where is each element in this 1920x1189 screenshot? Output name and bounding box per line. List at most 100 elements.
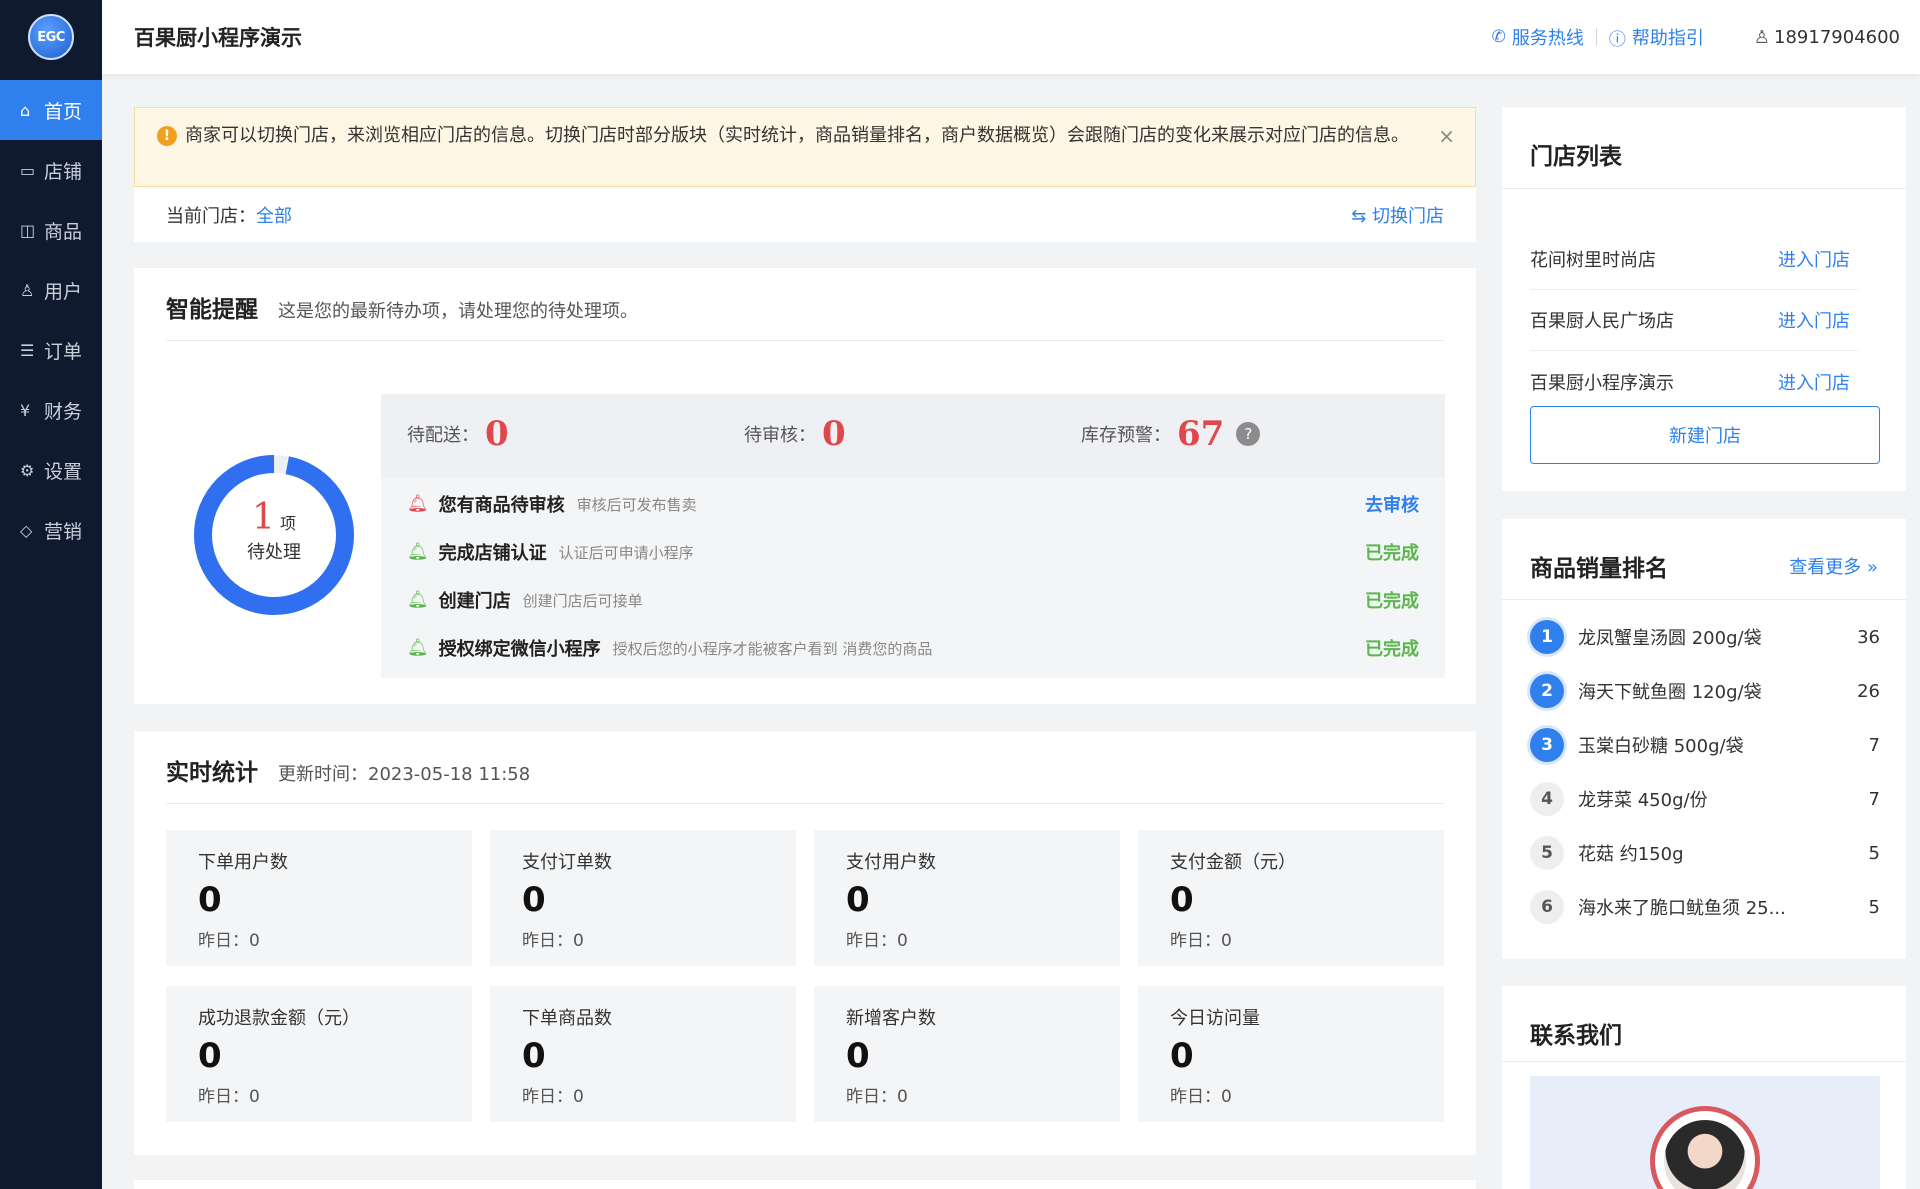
enter-store-link[interactable]: 进入门店 [1778,246,1850,272]
user-menu[interactable]: ♙ 18917904600 [1754,27,1900,48]
rank-goods-name: 海水来了脆口鱿鱼须 25... [1578,898,1786,919]
todo-desc: 审核后可发布售卖 [576,495,697,514]
rank-item[interactable]: 2 海天下鱿鱼圈 120g/袋 26 [1530,671,1880,711]
tag-icon: ◇ [20,520,33,540]
switch-store-button[interactable]: ⇆ 切换门店 [1351,202,1444,228]
rank-item[interactable]: 3 玉棠白砂糖 500g/袋 7 [1530,725,1880,765]
sidebar-item-finance[interactable]: ¥ 财务 [0,380,102,440]
header-actions: ✆ 服务热线 ⓘ 帮助指引 ♙ 18917904600 [1492,24,1900,50]
help-link[interactable]: ⓘ 帮助指引 [1609,24,1704,50]
rank-badge: 3 [1530,728,1564,762]
current-store-label: 当前门店： [166,205,256,227]
help-icon[interactable]: ? [1236,422,1261,446]
sidebar-item-marketing[interactable]: ◇ 营销 [0,500,102,560]
view-more-link[interactable]: 查看更多 » [1789,553,1878,579]
stat-card-paid-orders: 支付订单数 0 昨日：0 [490,830,796,966]
next-card-edge [134,1180,1476,1189]
stat-stock-warning[interactable]: 库存预警： 67 ? [1081,414,1261,454]
sidebar-item-orders[interactable]: ☰ 订单 [0,320,102,380]
stat-label: 今日访问量 [1170,1008,1260,1029]
go-review-button[interactable]: 去审核 [1365,491,1419,517]
top-header: 百果厨小程序演示 ✆ 服务热线 ⓘ 帮助指引 ♙ 18917904600 [102,0,1920,74]
todo-item: 🔔︎ 授权绑定微信小程序 授权后您的小程序才能被客户看到 消费您的商品 已完成 [381,624,1445,672]
stat-to-deliver[interactable]: 待配送： 0 [407,414,509,454]
sidebar-item-users[interactable]: ♙ 用户 [0,260,102,320]
sidebar-item-label: 用户 [44,280,83,303]
help-label: 帮助指引 [1631,28,1704,49]
sidebar-item-shop[interactable]: ▭ 店铺 [0,140,102,200]
todo-item: 🔔︎ 完成店铺认证 认证后可申请小程序 已完成 [381,528,1445,576]
rank-count: 7 [1868,788,1880,810]
divider [166,803,1444,804]
stat-yesterday: 昨日：0 [846,931,908,951]
bell-icon: 🔔︎ [407,542,429,562]
new-store-button[interactable]: 新建门店 [1530,406,1880,464]
divider [166,340,1444,341]
current-store-value[interactable]: 全部 [256,202,292,228]
rank-goods-name: 海天下鱿鱼圈 120g/袋 [1578,682,1762,703]
todo-status: 已完成 [1365,591,1419,612]
store-row: 百果厨人民广场店 进入门店 [1530,290,1858,351]
pending-donut: 1 项 待处理 [192,453,356,617]
logo[interactable]: EGC [28,14,74,60]
divider [1502,599,1906,600]
rank-item[interactable]: 6 海水来了脆口鱿鱼须 25... 5 [1530,887,1880,927]
stat-label: 支付用户数 [846,852,936,873]
bell-icon: 🔔︎ [407,638,429,658]
stat-card-today-visits: 今日访问量 0 昨日：0 [1138,986,1444,1122]
pending-unit: 项 [279,514,296,533]
rank-count: 26 [1857,680,1880,702]
home-icon: ⌂ [20,100,31,120]
stat-value: 0 [522,880,546,920]
stat-value: 0 [198,1036,222,1076]
divider [1502,188,1906,189]
todo-name: 您有商品待审核 [438,495,565,516]
stat-label: 成功退款金额（元） [198,1008,360,1029]
stat-card-paid-users: 支付用户数 0 昨日：0 [814,830,1120,966]
pending-label: 待处理 [247,542,301,563]
todo-name: 完成店铺认证 [438,543,547,564]
stat-label: 下单商品数 [522,1008,612,1029]
page-title: 百果厨小程序演示 [134,26,302,50]
sales-rank-card: 商品销量排名 查看更多 » 1 龙凤蟹皇汤圆 200g/袋 36 2 海天下鱿鱼… [1502,519,1906,959]
divider [1502,1061,1906,1062]
close-icon[interactable]: × [1438,122,1455,150]
user-icon: ♙ [1753,26,1771,48]
todo-status: 已完成 [1365,639,1419,660]
updated-time: 2023-05-18 11:58 [368,764,531,785]
bell-icon: 🔔︎ [407,494,429,514]
bell-icon: 🔔︎ [407,590,429,610]
customer-service-avatar [1650,1106,1760,1189]
rank-item[interactable]: 5 花菇 约150g 5 [1530,833,1880,873]
user-icon: ♙ [20,280,35,300]
stat-card-refund-amount: 成功退款金额（元） 0 昨日：0 [166,986,472,1122]
stat-yesterday: 昨日：0 [1170,1087,1232,1107]
sidebar-item-settings[interactable]: ⚙ 设置 [0,440,102,500]
sidebar-item-goods[interactable]: ◫ 商品 [0,200,102,260]
rank-item[interactable]: 1 龙凤蟹皇汤圆 200g/袋 36 [1530,617,1880,657]
todo-item: 🔔︎ 创建门店 创建门店后可接单 已完成 [381,576,1445,624]
stat-value: 0 [822,414,846,454]
todo-desc: 认证后可申请小程序 [558,543,694,562]
stat-card-paid-amount: 支付金额（元） 0 昨日：0 [1138,830,1444,966]
hotline-link[interactable]: ✆ 服务热线 [1492,24,1584,50]
settings-icon: ⚙ [20,460,35,480]
updated-label: 更新时间： [278,764,368,785]
reminder-header: 智能提醒 这是您的最新待办项，请处理您的待处理项。 [134,268,1476,324]
smart-reminder-card: 智能提醒 这是您的最新待办项，请处理您的待处理项。 1 项 待处理 待配送： 0… [134,268,1476,704]
store-name: 花间树里时尚店 [1530,250,1656,271]
stat-yesterday: 昨日：0 [198,1087,260,1107]
store-list-card: 门店列表 花间树里时尚店 进入门店 百果厨人民广场店 进入门店 百果厨小程序演示… [1502,107,1906,491]
sidebar-item-home[interactable]: ⌂ 首页 [0,80,102,140]
stat-value: 0 [485,414,509,454]
store-switch-notice: ! 商家可以切换门店，来浏览相应门店的信息。切换门店时部分版块（实时统计，商品销… [134,107,1476,187]
sidebar-item-label: 店铺 [44,160,83,183]
stat-to-review[interactable]: 待审核： 0 [744,414,846,454]
logo-area: EGC [0,0,102,74]
swap-icon: ⇆ [1351,205,1372,227]
user-phone: 18917904600 [1774,26,1900,48]
store-row: 百果厨小程序演示 进入门店 [1530,351,1858,412]
enter-store-link[interactable]: 进入门店 [1778,307,1850,333]
rank-item[interactable]: 4 龙芽菜 450g/份 7 [1530,779,1880,819]
enter-store-link[interactable]: 进入门店 [1778,369,1850,395]
